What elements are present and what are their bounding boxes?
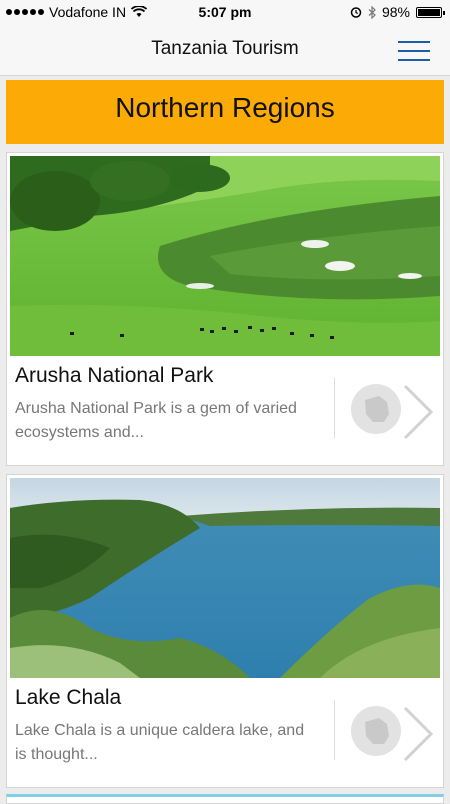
open-destination-button[interactable] — [334, 700, 437, 762]
app-title: Tanzania Tourism — [151, 38, 299, 59]
destination-description: Lake Chala is a unique caldera lake, and… — [15, 722, 305, 763]
battery-fill — [418, 8, 440, 16]
destination-image — [10, 156, 440, 356]
tanzania-map-icon — [351, 384, 401, 434]
tanzania-map-icon — [351, 706, 401, 756]
bluetooth-icon — [368, 5, 376, 19]
open-destination-button[interactable] — [334, 378, 437, 440]
nav-bar: Tanzania Tourism — [0, 24, 450, 76]
destination-description: Arusha National Park is a gem of varied … — [15, 400, 297, 441]
alarm-icon — [350, 7, 362, 18]
destination-card[interactable]: Arusha National Park Arusha National Par… — [6, 152, 444, 466]
destination-name: Arusha National Park — [15, 364, 214, 387]
region-header: Northern Regions — [6, 80, 444, 144]
next-card-peek — [6, 794, 444, 804]
region-title: Northern Regions — [115, 92, 335, 123]
chevron-right-icon — [403, 706, 434, 762]
destination-card[interactable]: Lake Chala Lake Chala is a unique calder… — [6, 474, 444, 788]
battery-icon — [416, 6, 445, 18]
status-bar: Vodafone IN 5:07 pm 98% — [0, 0, 450, 24]
destination-name: Lake Chala — [15, 686, 122, 709]
hamburger-menu-icon[interactable] — [398, 40, 430, 62]
battery-percent: 98% — [381, 4, 410, 20]
destination-image — [10, 478, 440, 678]
status-right: 98% — [350, 4, 445, 20]
chevron-right-icon — [403, 384, 434, 440]
